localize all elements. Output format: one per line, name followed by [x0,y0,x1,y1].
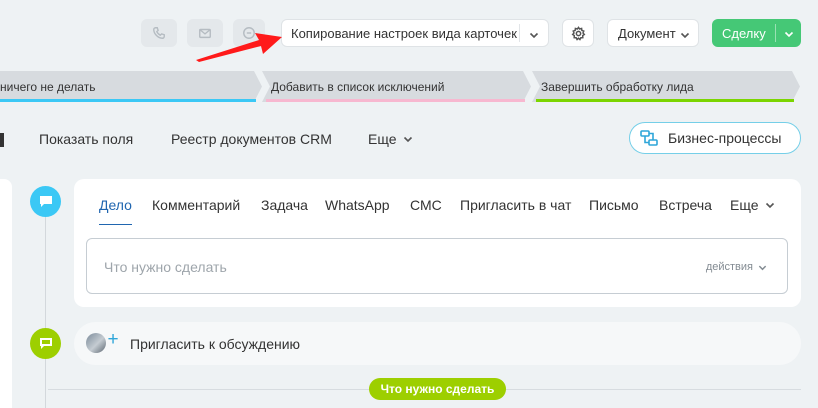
chat-bubble-icon [39,337,52,349]
tab-more-label: Еще [730,197,759,213]
active-tab-underline [99,224,132,225]
message-icon [39,195,52,207]
actions-dropdown[interactable]: действия [706,261,767,273]
chevron-down-icon [758,265,767,270]
timeline-line [45,200,46,408]
stage-add-to-exclusions[interactable]: Добавить в список исключений [262,71,531,102]
chevron-down-icon [403,131,413,147]
call-button[interactable] [141,19,177,47]
nav-more-label: Еще [368,131,397,147]
activity-editor: Дело Комментарий Задача WhatsApp СМС При… [74,179,801,307]
annotation-arrow-icon [196,33,282,62]
tab-more[interactable]: Еще [730,197,775,213]
tab-task[interactable]: Задача [261,197,308,213]
document-label: Документ [618,25,676,41]
stage-label: Завершить обработку лида [541,79,694,94]
copy-view-settings-label: Копирование настроек вида карточек [291,25,517,41]
chevron-down-icon [680,28,690,43]
timeline-activity-marker [30,186,61,217]
tab-comment[interactable]: Комментарий [152,197,240,213]
chevron-down-icon [529,28,539,43]
avatar [86,333,106,353]
invite-label: Пригласить к обсуждению [130,336,301,352]
task-input-placeholder: Что нужно сделать [104,259,227,275]
actions-label: действия [705,261,753,273]
stage-complete-lead[interactable]: Завершить обработку лида [532,71,800,102]
add-participant-icon[interactable]: + [104,330,122,350]
create-deal-label: Сделку [722,25,766,41]
chevron-down-icon[interactable] [784,27,794,42]
create-deal-button[interactable]: Сделку [712,19,801,47]
tab-email[interactable]: Письмо [589,197,639,213]
activity-tabs: Дело Комментарий Задача WhatsApp СМС При… [74,197,801,219]
left-info-panel [0,179,12,408]
nav-partial-item [0,131,4,148]
tab-sms[interactable]: СМС [410,197,442,213]
stage-label: ничего не делать [0,79,96,94]
stage-do-nothing[interactable]: ничего не делать [0,71,262,102]
tab-whatsapp[interactable]: WhatsApp [325,197,390,213]
show-fields-link[interactable]: Показать поля [39,131,133,147]
business-processes-button[interactable]: Бизнес-процессы [629,122,801,154]
tab-task-case[interactable]: Дело [99,197,132,213]
copy-view-settings-dropdown[interactable]: Копирование настроек вида карточек [281,19,549,47]
crm-document-registry-link[interactable]: Реестр документов CRM [171,131,332,147]
nav-more-menu[interactable]: Еще [368,131,413,147]
stage-label: Добавить в список исключений [271,79,445,94]
document-dropdown[interactable]: Документ [607,19,699,47]
task-section-badge: Что нужно сделать [369,378,506,400]
business-processes-label: Бизнес-процессы [668,130,782,146]
task-input[interactable]: Что нужно сделать действия [86,238,788,294]
tab-invite-to-chat[interactable]: Пригласить в чат [460,197,571,213]
tab-meeting[interactable]: Встреча [659,197,712,213]
button-separator [775,24,776,42]
dropdown-separator [519,24,520,42]
phone-icon [153,27,165,39]
business-process-icon [640,130,658,146]
chevron-down-icon [765,197,775,213]
gear-icon [571,25,585,41]
invite-to-discussion[interactable]: + Пригласить к обсуждению [74,322,801,365]
settings-button[interactable] [562,19,594,47]
timeline-discussion-marker [30,328,61,359]
